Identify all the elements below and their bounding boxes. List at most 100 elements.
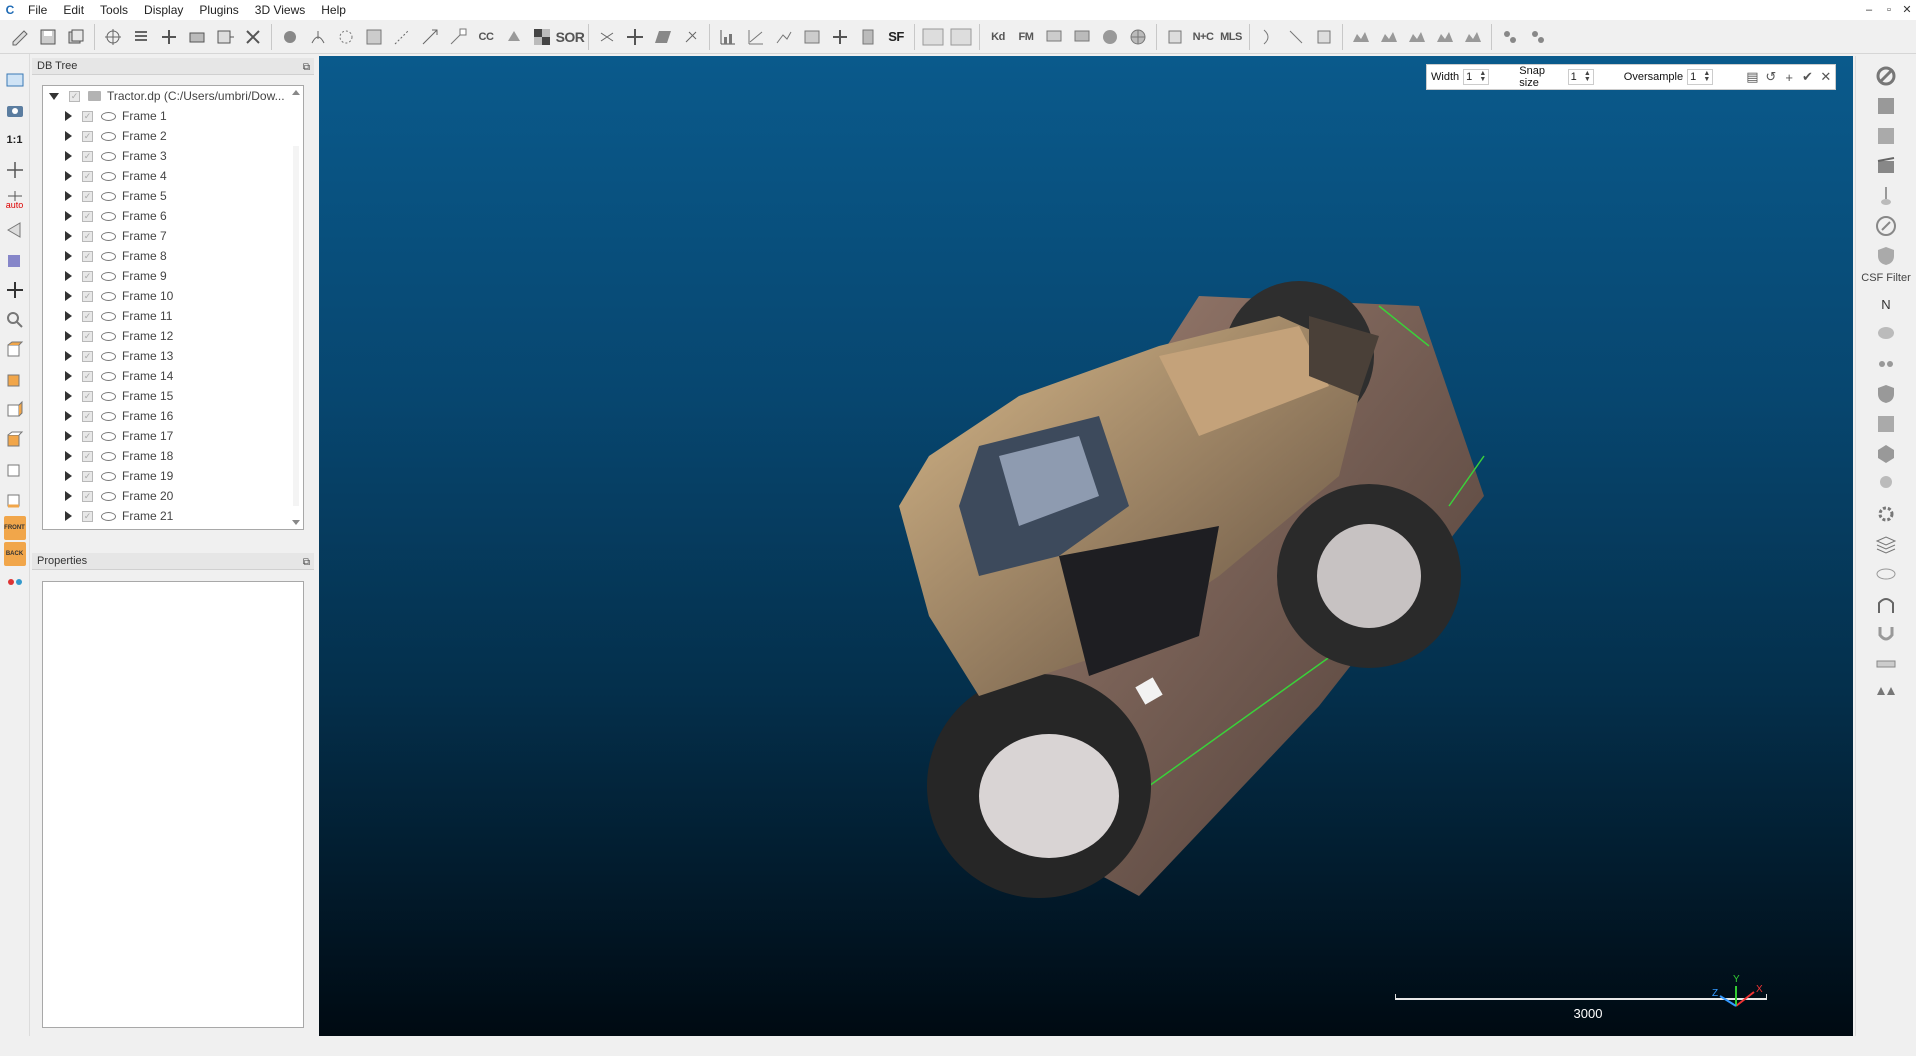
menu-help[interactable]: Help	[313, 0, 354, 20]
sf-gradient-icon[interactable]	[742, 23, 770, 51]
view-right-icon[interactable]	[2, 456, 28, 484]
visibility-checkbox[interactable]: ✓	[82, 130, 93, 142]
cloud-compare-icon[interactable]	[1872, 92, 1900, 120]
tree-root[interactable]: ✓ Tractor.dp (C:/Users/umbri/Dow...	[43, 86, 303, 106]
clapper-icon[interactable]	[1872, 152, 1900, 180]
checker-icon[interactable]	[528, 23, 556, 51]
m3c2-icon[interactable]	[1872, 350, 1900, 378]
mls-icon[interactable]: MLS	[1217, 23, 1245, 51]
move-icon[interactable]	[621, 23, 649, 51]
terrain-icon-2[interactable]	[1375, 23, 1403, 51]
view-left-icon[interactable]	[2, 396, 28, 424]
reset-icon[interactable]: ↺	[1762, 67, 1780, 87]
visibility-checkbox[interactable]: ✓	[82, 250, 93, 262]
visibility-checkbox[interactable]: ✓	[82, 490, 93, 502]
histogram-icon[interactable]	[714, 23, 742, 51]
tree-item-frame[interactable]: ✓ Frame 14	[43, 366, 303, 386]
snap-size-spinbox[interactable]: 1 ▲ ▼	[1567, 69, 1594, 85]
hexagon-icon[interactable]	[1872, 440, 1900, 468]
cluster-icon-1[interactable]	[1496, 23, 1524, 51]
zoom-icon[interactable]	[2, 306, 28, 334]
fullscreen-icon[interactable]	[2, 66, 28, 94]
expand-icon[interactable]	[65, 171, 72, 181]
tree-item-frame[interactable]: ✓ Frame 1	[43, 106, 303, 126]
width-spinbox[interactable]: 1 ▲ ▼	[1463, 69, 1490, 85]
expand-icon[interactable]	[65, 331, 72, 341]
magnet-icon[interactable]	[1872, 620, 1900, 648]
expand-icon[interactable]	[65, 411, 72, 421]
tree-item-frame[interactable]: ✓ Frame 5	[43, 186, 303, 206]
display-icon[interactable]	[1068, 23, 1096, 51]
csf-filter-label[interactable]: CSF Filter	[1861, 272, 1911, 284]
clone-icon[interactable]	[62, 23, 90, 51]
3d-view[interactable]: Width 1 ▲ ▼ Snap size 1 ▲ ▼ Oversample 1 ▲ ▼ ▤…	[319, 56, 1853, 1036]
hidden-icon[interactable]	[500, 23, 528, 51]
expand-icon[interactable]	[65, 491, 72, 501]
oversample-spinbox[interactable]: 1 ▲ ▼	[1687, 69, 1714, 85]
facet-icon[interactable]: FM	[1012, 23, 1040, 51]
cluster-icon-2[interactable]	[1524, 23, 1552, 51]
restore-button[interactable]: ▫	[1880, 0, 1898, 20]
tree-item-frame[interactable]: ✓Frame 22	[43, 526, 303, 529]
add-icon[interactable]: +	[1780, 67, 1798, 87]
expand-icon[interactable]	[65, 211, 72, 221]
rgb-icon[interactable]	[1872, 470, 1900, 498]
kd-tree-icon[interactable]: Kd	[984, 23, 1012, 51]
north-arrow-icon[interactable]: N	[1872, 290, 1900, 318]
menu-edit[interactable]: Edit	[55, 0, 92, 20]
icp-icon[interactable]	[444, 23, 472, 51]
menu-3d-views[interactable]: 3D Views	[247, 0, 313, 20]
tree-item-frame[interactable]: ✓ Frame 3	[43, 146, 303, 166]
iso-back-button[interactable]: BACK	[3, 542, 26, 566]
delete-icon[interactable]	[239, 23, 267, 51]
cancel-icon[interactable]: ✕	[1817, 67, 1835, 87]
minimize-button[interactable]: –	[1860, 0, 1878, 20]
visibility-checkbox[interactable]: ✓	[82, 510, 93, 522]
visibility-checkbox[interactable]: ✓	[82, 470, 93, 482]
tree-item-frame[interactable]: ✓ Frame 16	[43, 406, 303, 426]
tree-item-frame[interactable]: ✓ Frame 21	[43, 506, 303, 526]
trees-icon[interactable]	[1872, 680, 1900, 708]
cc-icon[interactable]: CC	[472, 23, 500, 51]
iso-front-button[interactable]: FRONT	[3, 516, 26, 540]
visibility-checkbox[interactable]: ✓	[82, 310, 93, 322]
tree-item-frame[interactable]: ✓ Frame 4	[43, 166, 303, 186]
expand-icon[interactable]	[65, 111, 72, 121]
move-view-icon[interactable]	[2, 276, 28, 304]
align-icon[interactable]	[416, 23, 444, 51]
add-point-icon[interactable]	[155, 23, 183, 51]
visibility-checkbox[interactable]: ✓	[82, 270, 93, 282]
visibility-checkbox[interactable]: ✓	[82, 110, 93, 122]
globe-icon[interactable]	[1124, 23, 1152, 51]
register-icon[interactable]	[388, 23, 416, 51]
view-back-icon[interactable]	[2, 426, 28, 454]
visibility-checkbox[interactable]: ✓	[82, 350, 93, 362]
pivot-icon[interactable]	[2, 156, 28, 184]
sf-icon[interactable]: SF	[882, 23, 910, 51]
view-front-icon[interactable]	[2, 366, 28, 394]
terrain-icon-1[interactable]	[1347, 23, 1375, 51]
sample-points-icon[interactable]	[276, 23, 304, 51]
visibility-checkbox[interactable]: ✓	[82, 390, 93, 402]
zoom-one-to-one-button[interactable]: 1:1	[2, 126, 28, 154]
puzzle-icon[interactable]	[1161, 23, 1189, 51]
plane-icon[interactable]	[649, 23, 677, 51]
layers-icon[interactable]	[1872, 530, 1900, 558]
expand-icon[interactable]	[65, 311, 72, 321]
tree-item-frame[interactable]: ✓ Frame 2	[43, 126, 303, 146]
expand-icon[interactable]	[65, 231, 72, 241]
visibility-checkbox[interactable]: ✓	[82, 190, 93, 202]
expand-icon[interactable]	[65, 131, 72, 141]
stereo-icon[interactable]	[2, 568, 28, 596]
expand-icon[interactable]	[65, 391, 72, 401]
tree-item-frame[interactable]: ✓ Frame 10	[43, 286, 303, 306]
tree-item-frame[interactable]: ✓ Frame 17	[43, 426, 303, 446]
expand-icon[interactable]	[65, 451, 72, 461]
poisson-icon[interactable]	[1282, 23, 1310, 51]
arch-icon[interactable]	[1872, 590, 1900, 618]
expand-icon[interactable]	[65, 151, 72, 161]
visibility-checkbox[interactable]: ✓	[82, 230, 93, 242]
terrain-icon-5[interactable]	[1459, 23, 1487, 51]
menu-plugins[interactable]: Plugins	[191, 0, 246, 20]
compass-box-icon[interactable]	[1872, 122, 1900, 150]
